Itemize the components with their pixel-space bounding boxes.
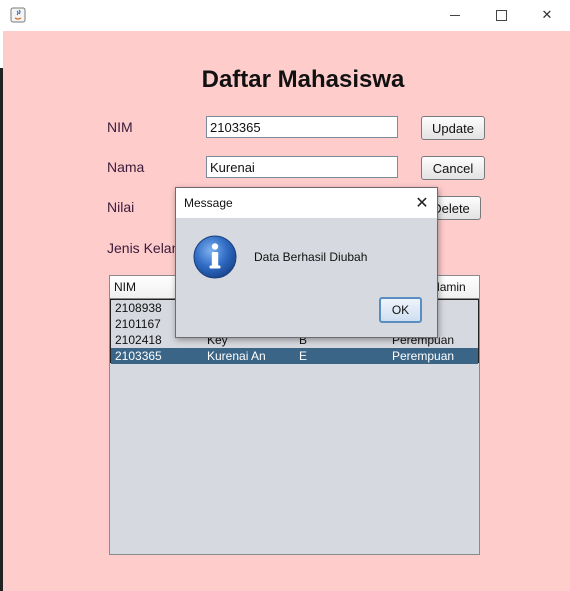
dialog-close-button[interactable]: ✕ <box>412 193 432 213</box>
window-titlebar: ✕ <box>0 0 570 31</box>
dialog-body: Data Berhasil Diubah OK <box>176 218 437 337</box>
table-row-selected[interactable]: 2103365 Kurenai An E Perempuan <box>111 348 478 364</box>
close-button[interactable]: ✕ <box>524 0 570 31</box>
information-icon <box>193 235 237 279</box>
java-icon <box>10 7 26 23</box>
message-dialog: Message ✕ Data Berhasil Diubah OK <box>175 187 438 338</box>
cell-jenis-kelamin: Perempuan <box>392 349 455 363</box>
nama-label: Nama <box>107 159 145 175</box>
cell-nim: 2103365 <box>115 349 162 363</box>
cell-nama: Kurenai An <box>207 349 266 363</box>
nama-field[interactable] <box>206 156 398 178</box>
jenis-kelamin-label: Jenis Kelan <box>107 240 180 256</box>
dialog-title: Message <box>184 196 233 210</box>
nim-label: NIM <box>107 119 133 135</box>
nim-field[interactable] <box>206 116 398 138</box>
cell-nilai: E <box>299 349 308 363</box>
page-title: Daftar Mahasiswa <box>201 66 405 93</box>
dialog-message: Data Berhasil Diubah <box>254 250 368 264</box>
update-button[interactable]: Update <box>421 116 485 140</box>
minimize-button[interactable] <box>432 0 478 31</box>
maximize-button[interactable] <box>478 0 524 31</box>
dialog-titlebar[interactable]: Message ✕ <box>176 188 437 218</box>
ok-button[interactable]: OK <box>379 297 422 323</box>
cancel-button[interactable]: Cancel <box>421 156 485 180</box>
close-icon: ✕ <box>415 193 429 212</box>
nilai-label: Nilai <box>107 199 135 215</box>
close-icon: ✕ <box>541 8 553 23</box>
